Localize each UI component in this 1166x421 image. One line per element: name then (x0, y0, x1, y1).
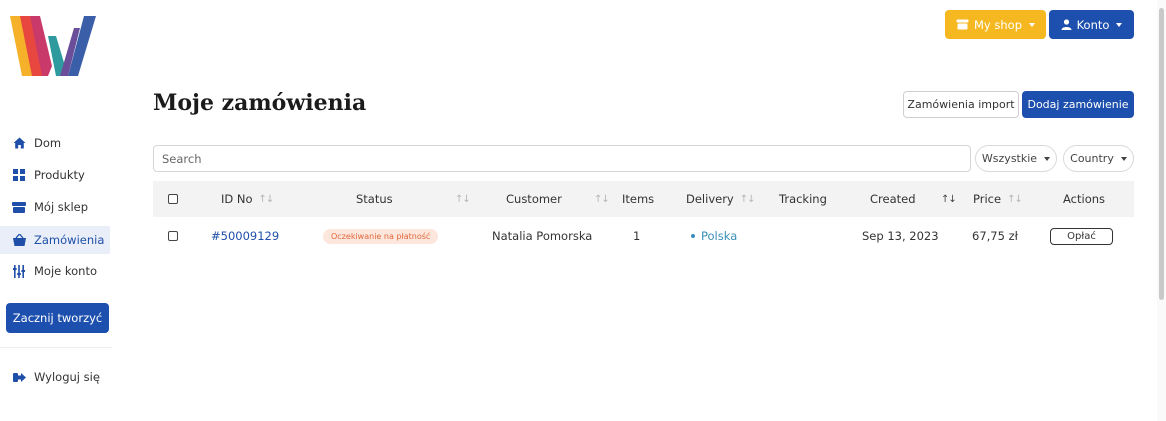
delivery-cell: Polska (691, 222, 737, 250)
chevron-down-icon (1116, 22, 1123, 27)
column-header-customer[interactable]: Customer (506, 181, 562, 217)
column-label: Tracking (779, 192, 827, 206)
items-cell: 1 (633, 229, 641, 243)
status-dot-icon (691, 234, 695, 238)
orders-table-header: ID No ↑↓ Status ↑↓ Customer ↑↓ Items Del… (153, 181, 1134, 217)
column-label: Customer (506, 192, 562, 206)
column-label: Created (870, 192, 916, 206)
sidebar-item-label: Moje konto (34, 264, 98, 278)
status-filter-label: Wszystkie (981, 152, 1038, 165)
column-header-price[interactable]: Price ↑↓ (973, 181, 1023, 217)
price-cell: 67,75 zł (972, 229, 1018, 243)
my-shop-label: My shop (974, 17, 1022, 32)
actions-cell: Opłać (1050, 222, 1113, 250)
sort-icon: ↑↓ (1007, 193, 1023, 205)
chevron-down-icon (1029, 22, 1035, 27)
column-sort-customer[interactable]: ↑↓ (588, 181, 610, 217)
page-title: Moje zamówienia (153, 90, 367, 116)
table-row: #50009129 Oczekiwanie na płatność Natali… (153, 222, 1134, 250)
sort-icon: ↑↓ (739, 193, 756, 205)
sidebar-item-label: Zamówienia (34, 233, 105, 247)
status-filter-dropdown[interactable]: Wszystkie (975, 145, 1057, 172)
my-shop-button[interactable]: My shop (945, 10, 1046, 39)
column-header-created[interactable]: Created (870, 181, 916, 217)
import-orders-button[interactable]: Zamówienia import (903, 91, 1019, 118)
sidebar-item-produkty[interactable]: Produkty (0, 161, 110, 189)
create-button[interactable]: Zacznij tworzyć (6, 303, 109, 333)
column-label: Delivery (686, 192, 734, 206)
basket-icon (12, 233, 26, 247)
store-icon (956, 19, 969, 30)
sidebar-item-zamowienia[interactable]: Zamówienia (0, 226, 110, 254)
created-cell: Sep 13, 2023 (862, 229, 939, 243)
column-label: Items (622, 192, 655, 206)
search-input[interactable] (153, 145, 971, 172)
column-label: Status (356, 192, 393, 206)
column-header-delivery[interactable]: Delivery ↑↓ (686, 181, 756, 217)
delivery-country: Polska (701, 229, 738, 243)
store-icon (12, 200, 26, 214)
status-badge: Oczekiwanie na płatność (323, 228, 439, 244)
sort-icon: ↑↓ (455, 193, 471, 205)
country-filter-label: Country (1070, 152, 1114, 165)
sidebar-item-label: Produkty (34, 168, 85, 182)
logout-icon (12, 370, 26, 384)
column-sort-created[interactable]: ↑↓ (935, 181, 957, 217)
home-icon (12, 136, 26, 150)
country-filter-dropdown[interactable]: Country (1063, 145, 1134, 172)
sort-icon: ↑↓ (258, 193, 275, 205)
order-id-link[interactable]: #50009129 (211, 229, 279, 243)
row-checkbox[interactable] (168, 231, 178, 241)
sliders-icon (12, 264, 26, 278)
user-icon (1061, 19, 1072, 30)
add-order-button[interactable]: Dodaj zamówienie (1022, 91, 1134, 118)
column-header-items: Items (622, 181, 654, 217)
logout-label: Wyloguj się (34, 370, 100, 384)
pay-button[interactable]: Opłać (1050, 227, 1113, 245)
column-header-id[interactable]: ID No ↑↓ (221, 181, 275, 217)
column-sort-status[interactable]: ↑↓ (449, 181, 471, 217)
sort-icon: ↑↓ (594, 193, 610, 205)
sidebar-divider (0, 347, 112, 348)
sidebar-item-moje-konto[interactable]: Moje konto (0, 257, 110, 285)
grid-icon (12, 168, 26, 182)
chevron-down-icon (1120, 156, 1127, 161)
column-header-tracking: Tracking (779, 181, 827, 217)
sidebar-item-moj-sklep[interactable]: Mój sklep (0, 193, 110, 221)
row-select-cell (168, 222, 178, 250)
account-label: Konto (1076, 17, 1110, 32)
sidebar-item-label: Dom (34, 136, 62, 150)
brand-logo (10, 16, 96, 76)
select-all-cell (168, 181, 178, 217)
column-header-status[interactable]: Status (356, 181, 393, 217)
sort-desc-icon: ↑↓ (941, 193, 957, 205)
logout-button[interactable]: Wyloguj się (0, 363, 110, 391)
column-header-actions: Actions (1063, 181, 1105, 217)
account-button[interactable]: Konto (1049, 10, 1134, 39)
column-label: ID No (221, 192, 253, 206)
column-label: Actions (1063, 192, 1106, 206)
select-all-checkbox[interactable] (168, 194, 178, 204)
chevron-down-icon (1044, 156, 1051, 161)
order-id-cell: #50009129 (211, 222, 279, 250)
sidebar-item-dom[interactable]: Dom (0, 129, 110, 157)
customer-cell: Natalia Pomorska (492, 229, 593, 243)
status-cell: Oczekiwanie na płatność (323, 222, 439, 250)
sidebar-item-label: Mój sklep (34, 200, 89, 214)
scrollbar-thumb[interactable] (1159, 8, 1164, 300)
column-label: Price (973, 192, 1002, 206)
